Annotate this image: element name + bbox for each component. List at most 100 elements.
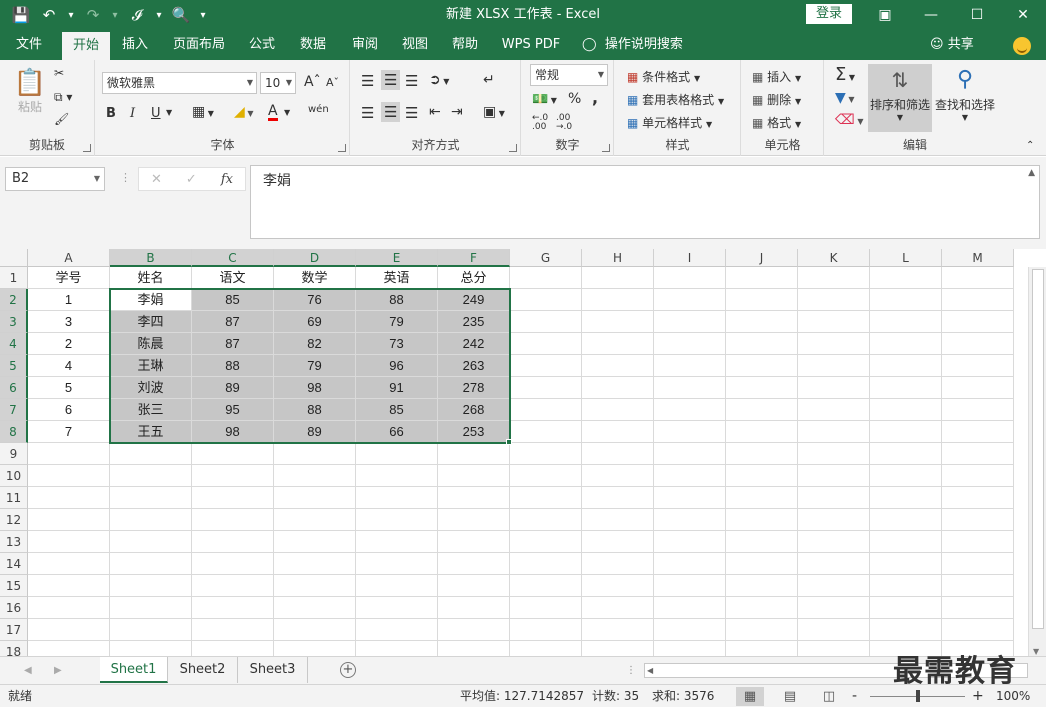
cell-j16[interactable] <box>726 597 798 619</box>
tab-formulas[interactable]: 公式 <box>240 30 284 60</box>
cell-j6[interactable] <box>726 377 798 399</box>
row-header-14[interactable]: 14 <box>0 553 28 575</box>
cell-h14[interactable] <box>582 553 654 575</box>
cell-m13[interactable] <box>942 531 1014 553</box>
cell-c18[interactable] <box>192 641 274 656</box>
worksheet-grid[interactable]: A B C D E F G H I J K L M 1 学号 姓名 语文 数学 英语 总分 2 1 李娟 85 76 88 249 3… <box>0 249 1046 656</box>
cell-m11[interactable] <box>942 487 1014 509</box>
row-header-8[interactable]: 8 <box>0 421 28 443</box>
cell-e2[interactable]: 88 <box>356 289 438 311</box>
cell-b2[interactable]: 李娟 <box>110 289 192 311</box>
cell-m7[interactable] <box>942 399 1014 421</box>
cell-d3[interactable]: 69 <box>274 311 356 333</box>
cell-g13[interactable] <box>510 531 582 553</box>
cell-b14[interactable] <box>110 553 192 575</box>
cell-b7[interactable]: 张三 <box>110 399 192 421</box>
cell-l12[interactable] <box>870 509 942 531</box>
cell-m1[interactable] <box>942 267 1014 289</box>
cell-f12[interactable] <box>438 509 510 531</box>
cell-c2[interactable]: 85 <box>192 289 274 311</box>
cell-e7[interactable]: 85 <box>356 399 438 421</box>
cell-h3[interactable] <box>582 311 654 333</box>
cell-a1[interactable]: 学号 <box>28 267 110 289</box>
cell-e6[interactable]: 91 <box>356 377 438 399</box>
cell-l1[interactable] <box>870 267 942 289</box>
cell-h11[interactable] <box>582 487 654 509</box>
cell-l11[interactable] <box>870 487 942 509</box>
cell-g12[interactable] <box>510 509 582 531</box>
cell-l7[interactable] <box>870 399 942 421</box>
cell-h12[interactable] <box>582 509 654 531</box>
cell-d1[interactable]: 数学 <box>274 267 356 289</box>
align-right-icon[interactable]: ☰ <box>405 104 418 122</box>
align-middle-icon[interactable]: ☰ <box>381 70 401 90</box>
cell-h6[interactable] <box>582 377 654 399</box>
cell-b13[interactable] <box>110 531 192 553</box>
cell-b3[interactable]: 李四 <box>110 311 192 333</box>
cell-d4[interactable]: 82 <box>274 333 356 355</box>
cell-c7[interactable]: 95 <box>192 399 274 421</box>
cell-b12[interactable] <box>110 509 192 531</box>
cell-b16[interactable] <box>110 597 192 619</box>
cell-a16[interactable] <box>28 597 110 619</box>
cell-h9[interactable] <box>582 443 654 465</box>
cell-h1[interactable] <box>582 267 654 289</box>
cell-e14[interactable] <box>356 553 438 575</box>
cell-f10[interactable] <box>438 465 510 487</box>
select-all-corner[interactable] <box>0 249 28 267</box>
cell-i16[interactable] <box>654 597 726 619</box>
cell-b8[interactable]: 王五 <box>110 421 192 443</box>
cell-i4[interactable] <box>654 333 726 355</box>
cell-d12[interactable] <box>274 509 356 531</box>
phonetic-guide-button[interactable]: wén <box>308 104 329 115</box>
format-as-table-button[interactable]: ▦ 套用表格格式 ▼ <box>627 91 724 108</box>
column-header-k[interactable]: K <box>798 249 870 267</box>
formula-input[interactable]: 李娟 ▲ <box>250 165 1040 239</box>
cell-g3[interactable] <box>510 311 582 333</box>
row-header-2[interactable]: 2 <box>0 289 28 311</box>
cell-i14[interactable] <box>654 553 726 575</box>
cell-d18[interactable] <box>274 641 356 656</box>
cell-m12[interactable] <box>942 509 1014 531</box>
page-break-view-icon[interactable]: ◫ <box>815 687 843 706</box>
row-header-1[interactable]: 1 <box>0 267 28 289</box>
cell-g7[interactable] <box>510 399 582 421</box>
cell-g9[interactable] <box>510 443 582 465</box>
ribbon-display-icon[interactable]: ▣ <box>862 0 908 30</box>
touch-dropdown-icon[interactable]: ▾ <box>154 10 164 21</box>
cell-f18[interactable] <box>438 641 510 656</box>
sheet-tab-sheet1[interactable]: Sheet1 <box>100 657 168 683</box>
cell-d15[interactable] <box>274 575 356 597</box>
align-top-icon[interactable]: ☰ <box>361 72 374 90</box>
cell-b9[interactable] <box>110 443 192 465</box>
cell-j2[interactable] <box>726 289 798 311</box>
maximize-icon[interactable]: ☐ <box>954 0 1000 30</box>
cell-i15[interactable] <box>654 575 726 597</box>
redo-icon[interactable]: ↷ <box>82 6 104 24</box>
cell-a12[interactable] <box>28 509 110 531</box>
conditional-format-button[interactable]: ▦ 条件格式 ▼ <box>627 68 700 85</box>
font-color-dropdown-icon[interactable]: ▼ <box>284 108 290 117</box>
cell-k7[interactable] <box>798 399 870 421</box>
cell-m15[interactable] <box>942 575 1014 597</box>
expand-formula-icon[interactable]: ▲ <box>1028 168 1035 178</box>
cell-m16[interactable] <box>942 597 1014 619</box>
zoom-out-button[interactable]: - <box>852 685 857 707</box>
tab-split-icon[interactable]: ⋮ <box>626 657 636 685</box>
cell-i5[interactable] <box>654 355 726 377</box>
cell-d9[interactable] <box>274 443 356 465</box>
cell-f7[interactable]: 268 <box>438 399 510 421</box>
font-color-button[interactable]: A <box>268 104 278 121</box>
cell-l3[interactable] <box>870 311 942 333</box>
cell-b15[interactable] <box>110 575 192 597</box>
cell-i9[interactable] <box>654 443 726 465</box>
zoom-slider-thumb[interactable] <box>916 690 920 702</box>
scrollbar-thumb[interactable] <box>1032 269 1044 629</box>
cell-a6[interactable]: 5 <box>28 377 110 399</box>
name-box[interactable]: B2 ▼ <box>5 167 105 191</box>
cell-j4[interactable] <box>726 333 798 355</box>
column-header-c[interactable]: C <box>192 249 274 267</box>
cell-l15[interactable] <box>870 575 942 597</box>
prev-sheet-icon[interactable]: ◀ <box>24 657 32 685</box>
cell-j9[interactable] <box>726 443 798 465</box>
